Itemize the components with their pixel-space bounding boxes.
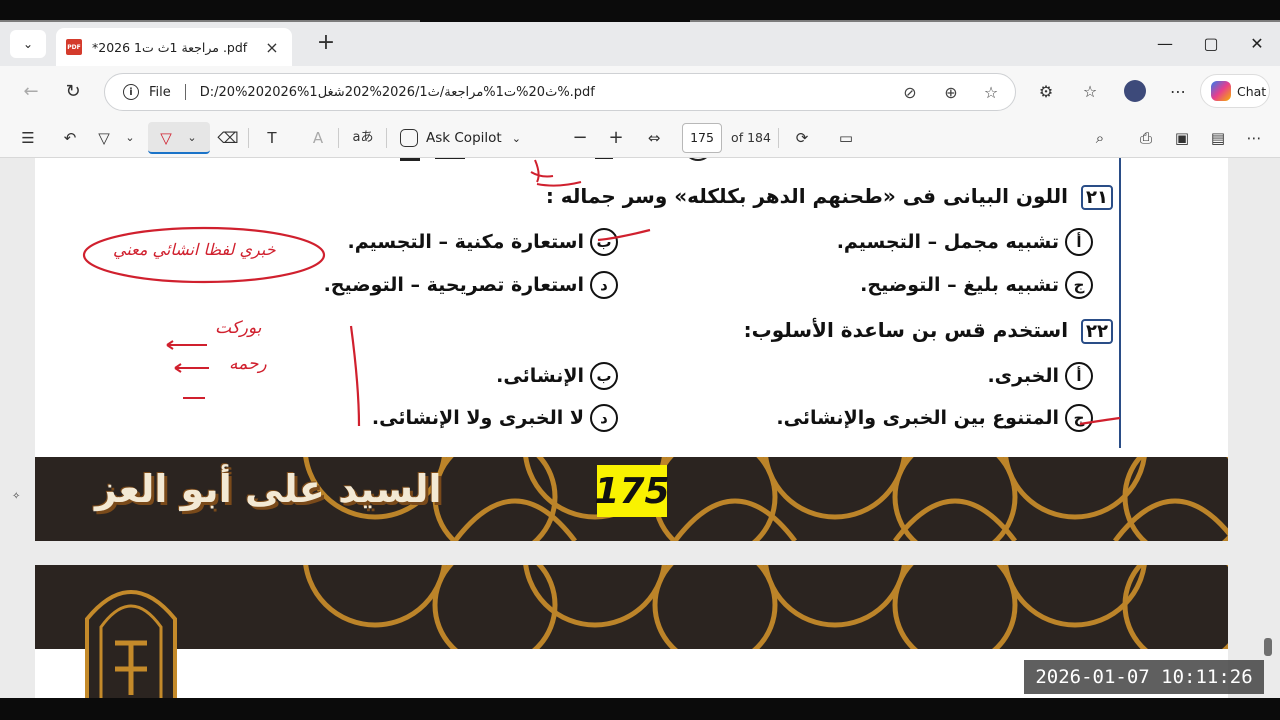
tab-strip: ⌄ PDF *مراجعة 1ث ت1 2026 .pdf × + — ▢ ✕ [0,22,1280,66]
url-scheme: File [149,84,171,100]
draw-pen-icon[interactable]: ▽ [154,126,178,150]
chevron-down-icon: ⌄ [511,131,521,145]
fit-width-icon[interactable]: ⇔ [642,126,666,150]
chat-label: Chat [1237,83,1267,99]
ask-copilot-button[interactable]: Ask Copilot ⌄ [400,126,521,150]
print-icon[interactable]: ⎙ [1134,126,1158,150]
chevron-down-icon[interactable]: ⌄ [182,126,202,150]
page-number-badge: 175 [594,465,670,517]
save-as-icon[interactable]: ▤ [1206,126,1230,150]
bottom-letterbox [0,698,1280,720]
top-letterbox [0,0,1280,22]
search-icon[interactable]: ⌕ [1088,126,1112,150]
text-format-icon: A [312,129,324,147]
tab-title: *مراجعة 1ث ت1 2026 .pdf [92,39,248,55]
copilot-icon [400,129,418,147]
refresh-button[interactable]: ↻ [60,80,86,106]
close-window-button[interactable]: ✕ [1242,34,1272,53]
chevron-down-icon[interactable]: ⌄ [120,126,140,150]
more-options-icon[interactable]: ⋯ [1242,126,1266,150]
read-aloud-icon[interactable]: aあ [350,126,376,150]
save-icon[interactable]: ▣ [1170,126,1194,150]
divider [778,128,779,148]
copilot-logo-icon [1211,81,1231,101]
back-button[interactable]: ← [18,80,44,106]
handwritten-list-item: بوركت [215,318,262,338]
new-tab-button[interactable]: + [312,30,340,58]
handwritten-list-item: رحمه [229,354,267,374]
contents-icon[interactable]: ☰ [16,126,40,150]
favorite-star-icon[interactable]: ☆ [980,82,1002,104]
ornament-pattern [303,565,1228,649]
publisher-logo [85,590,177,705]
pdf-viewer[interactable]: ٢١ اللون البيانى فى «طحنهم الدهر بكلكله»… [0,158,1280,705]
add-text-icon[interactable]: T [260,126,284,150]
tab-actions-menu-button[interactable]: ⌄ [10,30,46,58]
tab-active[interactable]: PDF *مراجعة 1ث ت1 2026 .pdf × [56,28,292,66]
maximize-button[interactable]: ▢ [1196,34,1226,53]
ink-annotations [82,226,1121,427]
eraser-icon[interactable]: ⌫ [216,126,240,150]
more-menu-icon[interactable]: ⋯ [1166,80,1190,104]
extensions-icon[interactable]: ⚙ [1034,80,1058,104]
favorites-icon[interactable]: ☆ [1078,80,1102,104]
address-bar-row: ← ↻ i File D:/20%202026%1ث20%ت1%مراجعة/ث… [0,66,1280,118]
tab-close-icon[interactable]: × [262,38,282,57]
minimize-button[interactable]: — [1150,34,1180,53]
pdf-toolbar: ☰ ↶ ▽ ⌄ ▽ ⌄ ⌫ T A aあ Ask Copilot ⌄ − + ⇔… [0,118,1280,158]
page-view-icon[interactable]: ▭ [834,126,858,150]
copilot-chat-button[interactable]: Chat [1200,74,1270,108]
info-icon[interactable]: i [123,84,139,100]
undo-icon[interactable]: ↶ [58,126,82,150]
screen: ⌄ PDF *مراجعة 1ث ت1 2026 .pdf × + — ▢ ✕ … [0,0,1280,720]
vertical-scrollbar[interactable] [1262,158,1272,698]
divider [338,128,339,148]
handwritten-note: خبري لفظا انشائي معني [113,240,276,259]
recording-timestamp: 2026-01-07 10:11:26 [1024,660,1264,694]
divider [386,128,387,148]
highlight-icon[interactable]: ▽ [92,126,116,150]
divider [184,84,186,100]
author-name: السيد على أبو العز [95,467,442,511]
page-total: of 184 [731,130,771,145]
divider [248,128,249,148]
scrollbar-thumb[interactable] [1264,638,1272,656]
profile-avatar[interactable] [1124,80,1146,102]
zoom-icon[interactable]: ⊕ [940,82,962,104]
ask-copilot-label: Ask Copilot [426,130,502,146]
rotate-icon[interactable]: ⟳ [790,126,814,150]
url-text: D:/20%202026%1ث20%ت1%مراجعة/ث2026/1%202ش… [199,84,595,100]
page-number-input[interactable]: 175 [682,123,722,153]
page-footer-banner: 175 السيد على أبو العز [35,457,1228,541]
pdf-page: ٢١ اللون البيانى فى «طحنهم الدهر بكلكله»… [35,158,1228,541]
zoom-out-button[interactable]: − [568,126,592,150]
chevron-down-icon: ⌄ [22,37,34,51]
address-input[interactable]: i File D:/20%202026%1ث20%ت1%مراجعة/ث2026… [104,73,1016,111]
mouse-cursor-icon: ✧ [12,491,21,502]
pdf-icon: PDF [66,39,82,55]
reading-mode-icon[interactable]: ⊘ [899,82,921,104]
page-header-banner [35,565,1228,649]
zoom-in-button[interactable]: + [604,126,628,150]
